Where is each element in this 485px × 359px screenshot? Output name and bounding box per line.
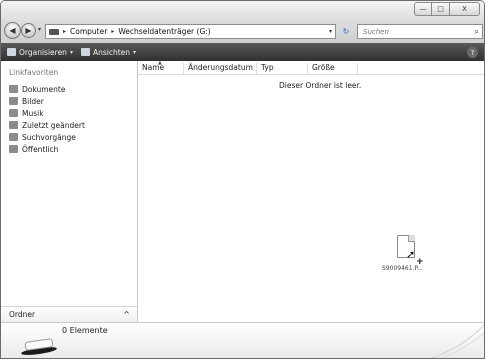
search-input[interactable] bbox=[363, 27, 463, 36]
title-bar: — □ X ◀ ▶ ▾ ▸ Computer ▸ Wechseldatenträ… bbox=[1, 1, 484, 43]
explorer-window: — □ X ◀ ▶ ▾ ▸ Computer ▸ Wechseldatenträ… bbox=[0, 0, 485, 359]
column-header-type[interactable]: Typ bbox=[257, 63, 308, 74]
search-icon[interactable]: ⌕ bbox=[475, 27, 479, 37]
item-count: 0 Elemente bbox=[62, 326, 108, 335]
forward-arrow-icon: ▶ bbox=[25, 26, 32, 35]
cursor-arrow-icon: ➚ bbox=[406, 248, 416, 261]
window-controls: — □ X bbox=[414, 2, 480, 16]
column-header-name[interactable]: ▲ Name bbox=[138, 60, 184, 74]
file-list[interactable]: ▲ Name Änderungsdatum Typ Größe Dieser O… bbox=[138, 60, 484, 322]
favorite-links-list: Dokumente Bilder Musik Zuletzt geändert … bbox=[9, 83, 85, 155]
drive-icon bbox=[49, 28, 59, 35]
column-header-date[interactable]: Änderungsdatum bbox=[184, 63, 257, 74]
back-button[interactable]: ◀ bbox=[4, 22, 21, 39]
sidebar-item-label: Zuletzt geändert bbox=[22, 120, 85, 130]
sidebar-item-public[interactable]: Öffentlich bbox=[9, 143, 85, 155]
command-bar: Organisieren ▾ Ansichten ▾ ? bbox=[1, 43, 484, 61]
sidebar-item-music[interactable]: Musik bbox=[9, 107, 85, 119]
sidebar-item-recent[interactable]: Zuletzt geändert bbox=[9, 119, 85, 131]
close-button[interactable]: X bbox=[450, 2, 480, 16]
sort-arrow-icon: ▲ bbox=[158, 60, 162, 66]
removable-drive-icon bbox=[19, 335, 59, 357]
music-icon bbox=[9, 109, 18, 117]
recent-icon bbox=[9, 121, 18, 129]
chevron-down-icon: ▾ bbox=[133, 48, 137, 56]
column-header-size[interactable]: Größe bbox=[308, 63, 358, 74]
folders-label: Ordner bbox=[9, 310, 36, 319]
folders-toggle[interactable]: Ordner ^ bbox=[1, 306, 137, 322]
pictures-icon bbox=[9, 97, 18, 105]
views-label: Ansichten bbox=[92, 47, 131, 57]
search-box[interactable]: ⌕ bbox=[357, 24, 483, 39]
sidebar-item-label: Dokumente bbox=[22, 84, 66, 94]
favorites-header: Linkfavoriten bbox=[9, 68, 59, 77]
minimize-button[interactable]: — bbox=[414, 2, 432, 16]
sidebar-item-label: Bilder bbox=[22, 96, 44, 106]
organize-icon bbox=[7, 48, 16, 56]
dragged-file-name: S9009461.P... bbox=[382, 265, 423, 272]
navigation-pane: Linkfavoriten Dokumente Bilder Musik Zul… bbox=[1, 61, 138, 322]
sidebar-item-pictures[interactable]: Bilder bbox=[9, 95, 85, 107]
breadcrumb-drive[interactable]: Wechseldatenträger (G:) bbox=[118, 27, 210, 36]
help-button[interactable]: ? bbox=[467, 47, 478, 58]
recent-pages-dropdown[interactable]: ▾ bbox=[38, 26, 41, 33]
dragged-file[interactable]: ➚ + S9009461.P... bbox=[382, 233, 436, 279]
decorative-swoosh bbox=[431, 324, 484, 358]
sidebar-item-label: Öffentlich bbox=[22, 144, 59, 154]
details-pane: 0 Elemente bbox=[1, 322, 484, 358]
sidebar-item-label: Musik bbox=[22, 108, 44, 118]
searches-icon bbox=[9, 133, 18, 141]
breadcrumb-computer[interactable]: Computer bbox=[70, 27, 107, 36]
refresh-icon: ↻ bbox=[342, 27, 350, 36]
address-bar[interactable]: ▸ Computer ▸ Wechseldatenträger (G:) ▾ bbox=[45, 24, 336, 39]
back-arrow-icon: ◀ bbox=[9, 26, 16, 35]
organize-label: Organisieren bbox=[19, 47, 67, 57]
breadcrumb-separator[interactable]: ▸ bbox=[63, 28, 66, 35]
views-icon bbox=[80, 48, 90, 56]
maximize-button[interactable]: □ bbox=[432, 2, 450, 16]
column-headers: ▲ Name Änderungsdatum Typ Größe bbox=[138, 60, 484, 75]
forward-button[interactable]: ▶ bbox=[21, 23, 36, 38]
breadcrumb-separator[interactable]: ▸ bbox=[111, 28, 114, 35]
views-button[interactable]: Ansichten ▾ bbox=[80, 47, 137, 57]
public-icon bbox=[9, 145, 18, 153]
refresh-button[interactable]: ↻ bbox=[339, 24, 353, 39]
chevron-up-icon: ^ bbox=[123, 310, 130, 319]
sidebar-item-label: Suchvorgänge bbox=[22, 132, 76, 142]
organize-button[interactable]: Organisieren ▾ bbox=[7, 48, 73, 57]
chevron-down-icon: ▾ bbox=[69, 48, 73, 56]
sidebar-item-documents[interactable]: Dokumente bbox=[9, 83, 85, 95]
address-dropdown-icon[interactable]: ▾ bbox=[329, 28, 332, 35]
empty-folder-message: Dieser Ordner ist leer. bbox=[279, 81, 362, 90]
documents-icon bbox=[9, 85, 18, 93]
sidebar-item-searches[interactable]: Suchvorgänge bbox=[9, 131, 85, 143]
